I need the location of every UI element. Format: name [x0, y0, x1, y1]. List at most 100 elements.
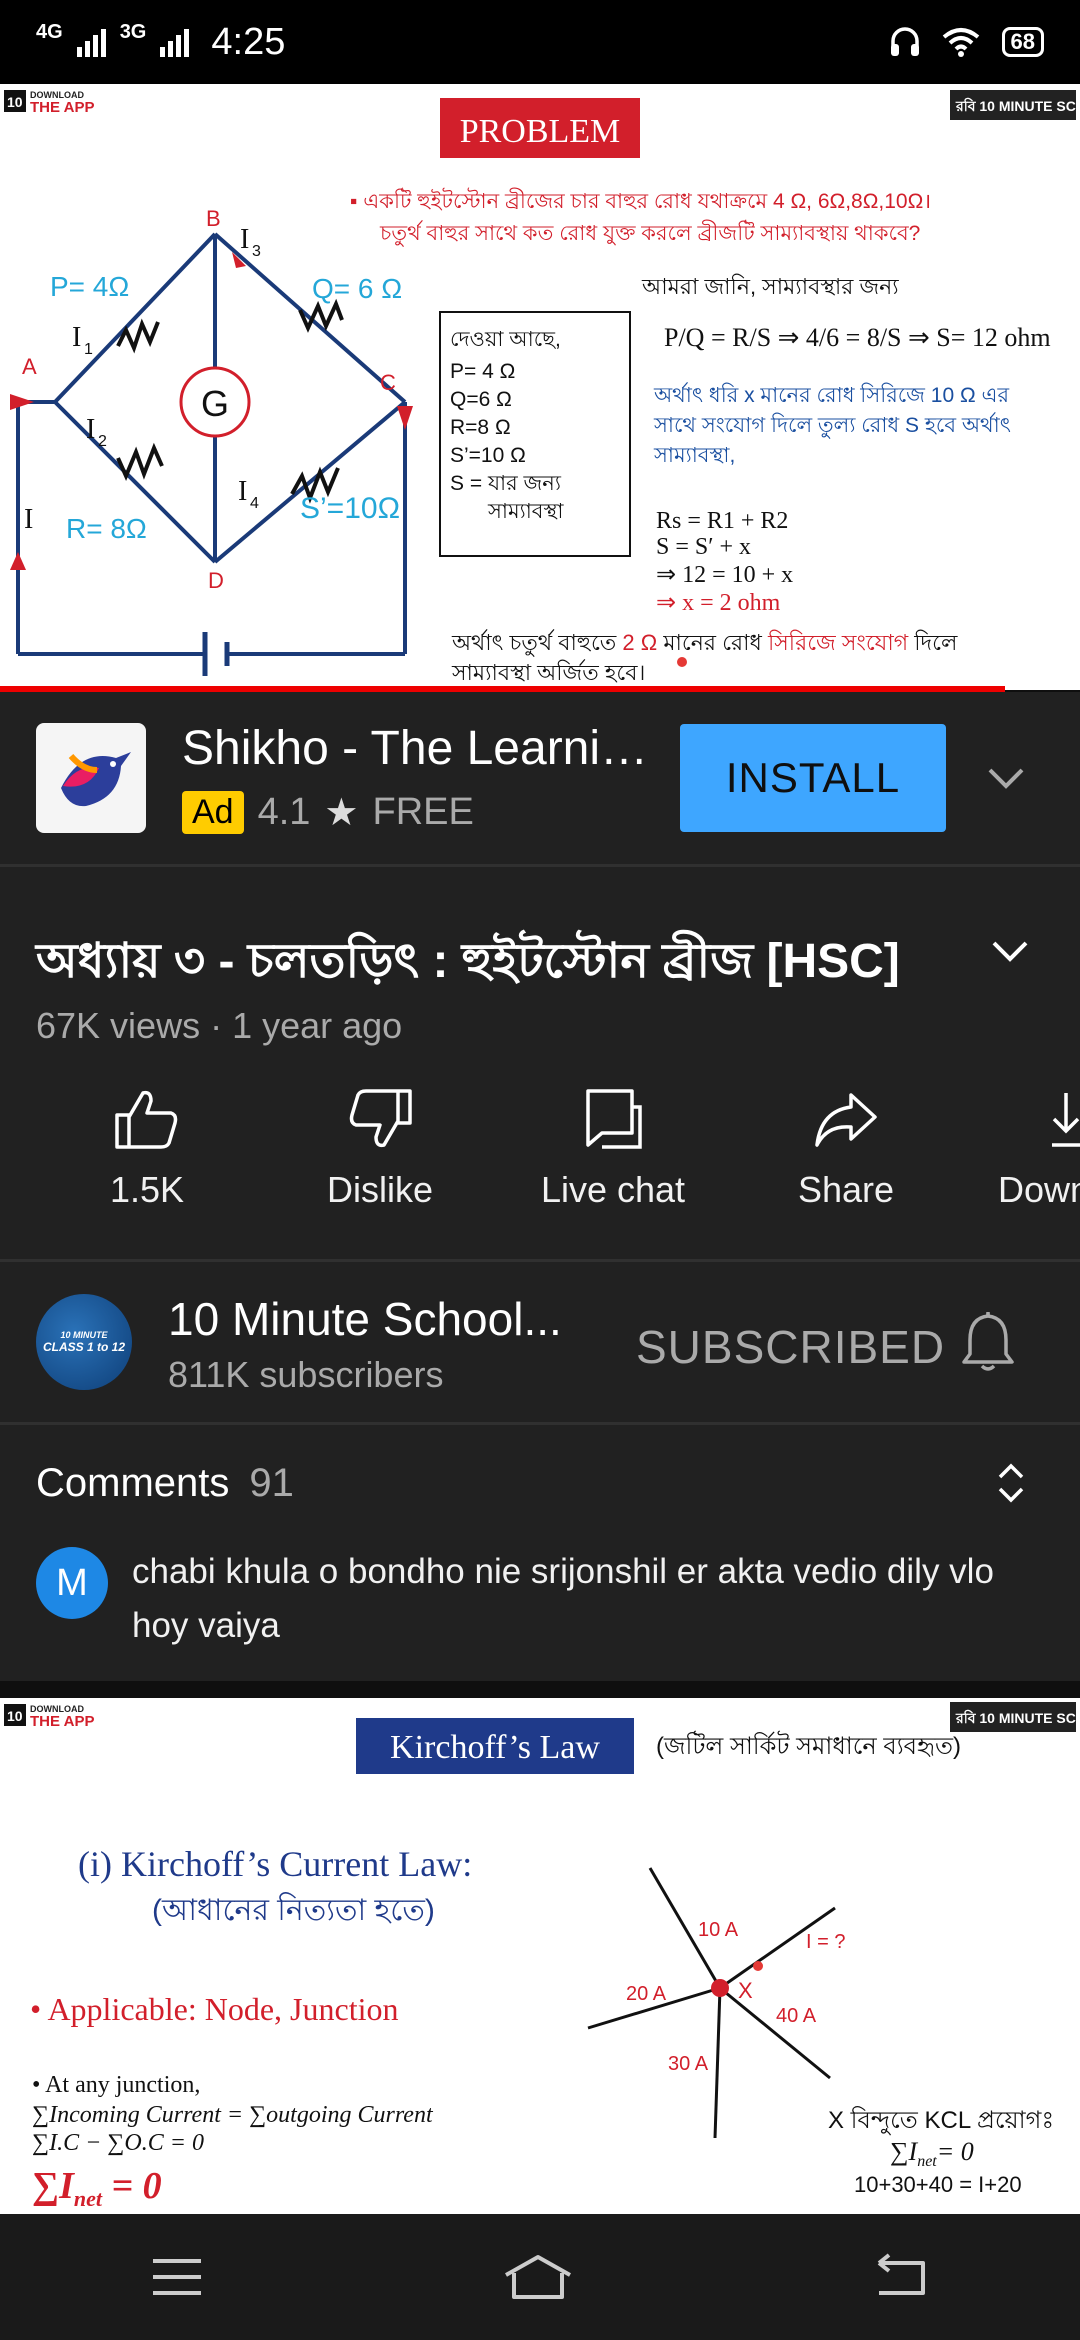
svg-text:S = S′ + x: S = S′ + x	[656, 534, 751, 560]
svg-text:G: G	[201, 383, 229, 424]
video-meta: 67K views · 1 year ago	[36, 1005, 403, 1046]
star-icon: ★	[324, 792, 359, 834]
svg-text:Kirchoff’s Law: Kirchoff’s Law	[390, 1729, 600, 1766]
channel-row[interactable]: 10 MINUTE CLASS 1 to 12 10 Minute School…	[0, 1262, 1080, 1422]
svg-text:D: D	[208, 568, 224, 593]
svg-text:সাম্যাবস্থা: সাম্যাবস্থা	[487, 500, 564, 523]
svg-text:4: 4	[250, 495, 259, 512]
svg-text:⇒ 12 = 10 + x: ⇒ 12 = 10 + x	[656, 562, 793, 588]
svg-text:10: 10	[7, 94, 23, 110]
expand-comments-icon[interactable]	[996, 1461, 1026, 1505]
download-icon	[1052, 1093, 1080, 1147]
battery-level: 68	[1001, 27, 1044, 57]
video-title[interactable]: অধ্যায় ৩ - চলতড়িৎ : হুইটস্টোন ব্রীজ [H…	[36, 925, 900, 1004]
svg-text:20 A: 20 A	[626, 1983, 667, 2005]
svg-text:S’=10Ω: S’=10Ω	[300, 492, 400, 525]
ad-app-icon[interactable]	[36, 723, 146, 833]
status-bar: 4G 3G 4:25 68	[0, 0, 1080, 84]
commenter-avatar[interactable]: M	[36, 1547, 108, 1619]
problem-heading: PROBLEM	[460, 113, 621, 150]
clock: 4:25	[211, 20, 286, 63]
install-button[interactable]: INSTALL	[680, 724, 946, 832]
system-navigation-bar	[0, 2214, 1080, 2340]
video-info-panel: অধ্যায় ৩ - চলতড়িৎ : হুইটস্টোন ব্রীজ [H…	[0, 867, 1080, 1260]
like-count: 1.5K	[109, 1169, 185, 1210]
top-comment[interactable]: chabi khula o bondho nie srijonshil er a…	[132, 1545, 1052, 1653]
svg-text:(i) Kirchoff’s Current Law:: (i) Kirchoff’s Current Law:	[78, 1844, 472, 1884]
ad-badge: Ad	[182, 791, 244, 834]
svg-text:THE APP: THE APP	[30, 1713, 94, 1730]
comments-title: Comments 91	[36, 1461, 294, 1505]
thumbs-up-icon	[115, 1090, 178, 1149]
wifi-icon	[942, 28, 979, 57]
video-frame-kirchoff: 10 DOWNLOAD THE APP রবি 10 MINUTE SCHOOL…	[0, 1698, 1080, 2214]
svg-text:S’=10 Ω: S’=10 Ω	[450, 444, 526, 467]
svg-text:সাম্যাবস্থা অর্জিত হবে।: সাম্যাবস্থা অর্জিত হবে।	[451, 659, 645, 685]
badge-bottom: THE APP	[30, 99, 94, 116]
svg-text:অর্থাৎ চতুর্থ বাহুতে 2 Ω মানের: অর্থাৎ চতুর্থ বাহুতে 2 Ω মানের রোধ সিরিজ…	[451, 629, 958, 657]
bird-logo-icon	[41, 728, 141, 828]
svg-text:P= 4Ω: P= 4Ω	[50, 271, 129, 302]
ad-price: FREE	[372, 791, 474, 833]
svg-text:B: B	[206, 206, 221, 231]
svg-text:1: 1	[84, 341, 93, 358]
svg-text:X: X	[738, 1978, 753, 2003]
svg-text:2: 2	[98, 433, 107, 450]
svg-text:I: I	[24, 504, 33, 535]
svg-text:A: A	[22, 354, 37, 379]
back-icon[interactable]	[871, 2253, 931, 2301]
svg-text:I: I	[86, 414, 95, 445]
svg-text:দেওয়া আছে,: দেওয়া আছে,	[450, 328, 561, 351]
ad-banner[interactable]: Shikho - The Learnin... Ad 4.1 ★ FREE IN…	[0, 692, 1080, 864]
svg-text:• At any junction,: • At any junction,	[32, 2072, 200, 2098]
ad-title[interactable]: Shikho - The Learnin...	[182, 721, 652, 776]
svg-text:40 A: 40 A	[776, 2005, 817, 2027]
svg-text:C: C	[380, 370, 396, 395]
comments-count: 91	[249, 1461, 294, 1505]
svg-text:অর্থাৎ ধরি x মানের রোধ সিরিজে: অর্থাৎ ধরি x মানের রোধ সিরিজে 10 Ω এর	[653, 382, 1010, 407]
like-button[interactable]: 1.5K	[42, 1087, 252, 1211]
channel-avatar[interactable]: 10 MINUTE CLASS 1 to 12	[36, 1294, 132, 1390]
chevron-down-icon[interactable]	[986, 766, 1026, 790]
home-icon[interactable]	[502, 2253, 574, 2301]
svg-text:Rs = R1 + R2: Rs = R1 + R2	[656, 508, 788, 534]
thumbs-down-icon	[349, 1089, 412, 1148]
subscriber-count: 811K subscribers	[168, 1354, 444, 1395]
menu-icon[interactable]	[149, 2255, 205, 2299]
svg-text:∑Incoming Current = ∑outgoing: ∑Incoming Current = ∑outgoing Current	[32, 2102, 434, 2128]
svg-text:• Applicable: Node, Junction: • Applicable: Node, Junction	[30, 1991, 398, 2027]
svg-text:R=8 Ω: R=8 Ω	[450, 416, 511, 439]
download-button[interactable]: Down	[974, 1087, 1080, 1211]
signal-icon	[76, 27, 106, 57]
headphones-icon	[890, 27, 919, 56]
svg-text:3: 3	[252, 243, 261, 260]
svg-text:Q=6 Ω: Q=6 Ω	[450, 388, 512, 411]
network-type-1: 4G	[36, 20, 63, 43]
video-player[interactable]: 10 DOWNLOAD THE APP রবি 10 MINUTE SCHOOL…	[0, 84, 1080, 690]
svg-text:(জটিল সার্কিট সমাধানে ব্যবহৃত): (জটিল সার্কিট সমাধানে ব্যবহৃত)	[656, 1731, 961, 1760]
problem-line-1: ▪ একটি হুইটস্টোন ব্রীজের চার বাহুর রোধ য…	[350, 188, 931, 213]
ad-rating: 4.1	[257, 791, 311, 833]
svg-text:10+30+40 = I+20: 10+30+40 = I+20	[854, 2172, 1022, 2197]
action-bar: 1.5K Dislike Live chat Share Down	[0, 1087, 1080, 1257]
share-button[interactable]: Share	[741, 1087, 951, 1211]
svg-text:Q= 6 Ω: Q= 6 Ω	[312, 273, 402, 304]
svg-text:∑I.C − ∑O.C = 0: ∑I.C − ∑O.C = 0	[32, 2130, 204, 2156]
live-chat-button[interactable]: Live chat	[508, 1087, 718, 1211]
svg-text:I = ?: I = ?	[806, 1931, 845, 1953]
problem-line-2: চতুর্থ বাহুর সাথে কত রোধ যুক্ত করলে ব্রী…	[379, 220, 920, 246]
channel-name[interactable]: 10 Minute School...	[168, 1292, 562, 1346]
svg-text:X বিন্দুতে KCL প্রয়োগঃ: X বিন্দুতে KCL প্রয়োগঃ	[828, 2106, 1054, 2135]
network-type-2: 3G	[119, 20, 147, 43]
expand-description-icon[interactable]	[990, 939, 1030, 963]
bell-icon[interactable]	[960, 1310, 1016, 1374]
subscribed-button[interactable]: SUBSCRIBED	[636, 1320, 945, 1374]
comments-section[interactable]: Comments 91 M chabi khula o bondho nie sr…	[0, 1425, 1080, 1681]
signal-icon-2	[160, 27, 190, 57]
svg-text:সাথে সংযোগ দিলে তুল্য রোধ S হব: সাথে সংযোগ দিলে তুল্য রোধ S হবে অর্থাৎ	[653, 412, 1011, 438]
dislike-button[interactable]: Dislike	[275, 1087, 485, 1211]
download-label: Down	[998, 1169, 1080, 1210]
svg-text:আমরা জানি, সাম্যাবস্থার জন্য: আমরা জানি, সাম্যাবস্থার জন্য	[641, 274, 899, 299]
svg-text:P/Q = R/S ⇒ 4/6 = 8/S ⇒ S= 12: P/Q = R/S ⇒ 4/6 = 8/S ⇒ S= 12 ohm	[664, 323, 1051, 352]
next-video-thumbnail[interactable]: 10 DOWNLOAD THE APP রবি 10 MINUTE SCHOOL…	[0, 1698, 1080, 2214]
